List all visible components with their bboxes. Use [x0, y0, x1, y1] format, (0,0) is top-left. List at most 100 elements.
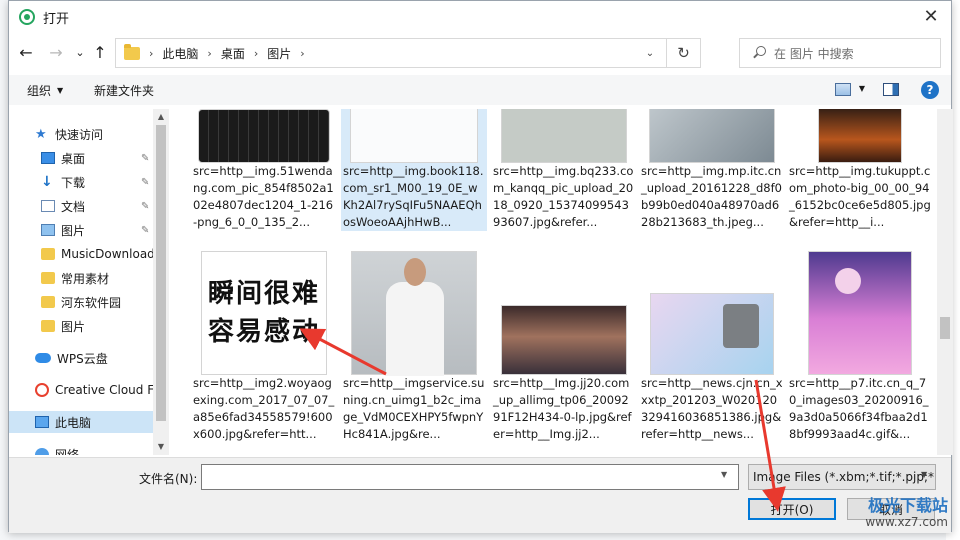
chevron-right-icon[interactable]: ›: [254, 47, 258, 60]
breadcrumb-pictures[interactable]: 图片: [267, 45, 291, 62]
address-dropdown-button[interactable]: ⌄: [638, 39, 662, 67]
file-item[interactable]: src=http__p7.itc.cn_q_70_images03_202009…: [787, 235, 933, 443]
pin-icon: ✎: [141, 176, 150, 188]
pictures-icon: [41, 224, 55, 236]
filename-dropdown-icon[interactable]: ▼: [721, 470, 727, 479]
thumbnail-frame: [787, 235, 933, 375]
site-watermark: 极光下载站 www.xz7.com: [865, 498, 948, 530]
folder-icon: [41, 320, 55, 332]
chevron-right-icon[interactable]: ›: [207, 47, 211, 60]
file-name: src=http__p7.itc.cn_q_70_images03_202009…: [789, 376, 929, 441]
search-input[interactable]: 在 图片 中搜索: [774, 45, 854, 62]
file-item[interactable]: src=http__img.mp.itc.cn_upload_20161228_…: [639, 109, 785, 231]
sidebar-scroll-thumb[interactable]: [156, 125, 166, 421]
calligraphy-text: 瞬间很难 容易感动: [207, 279, 320, 347]
change-view-icon[interactable]: [835, 83, 851, 96]
folder-icon: [41, 296, 55, 308]
sidebar-item-desktop[interactable]: 桌面 ✎: [9, 147, 153, 169]
refresh-button[interactable]: ↻: [666, 39, 700, 67]
file-item[interactable]: src=http__img.tukuppt.com_photo-big_00_0…: [787, 109, 933, 231]
pin-icon: ✎: [141, 200, 150, 212]
caret-down-icon: ▼: [57, 86, 64, 95]
navigation-bar: ← → ⌄ ↑ › 此电脑 › 桌面 › 图片 › ⌄ ↻ 在 图片 中搜索: [9, 35, 951, 69]
sidebar-item-creative-cloud[interactable]: Creative Cloud Fi: [9, 379, 153, 401]
file-item[interactable]: src=http__img.book118.com_sr1_M00_19_0E_…: [341, 109, 487, 231]
sidebar-item-label: Creative Cloud Fi: [55, 383, 153, 397]
file-item[interactable]: src=http__Img.jj20.com_up_allimg_tp06_20…: [491, 235, 637, 443]
sidebar-item-pictures-folder[interactable]: 图片: [9, 315, 153, 337]
close-button[interactable]: ✕: [911, 1, 951, 31]
command-toolbar: 组织 ▼ 新建文件夹 ▼ ?: [9, 75, 951, 105]
file-item[interactable]: src=http__img.51wendang.com_pic_854f8502…: [191, 109, 337, 231]
sidebar-item-wps-cloud[interactable]: WPS云盘: [9, 347, 153, 369]
sidebar-item-label: MusicDownload: [61, 247, 153, 261]
folder-icon: [41, 272, 55, 284]
dialog-title: 打开: [43, 11, 70, 27]
file-name: src=http__Img.jj20.com_up_allimg_tp06_20…: [493, 376, 632, 441]
forward-button[interactable]: →: [45, 41, 67, 63]
search-box[interactable]: 在 图片 中搜索: [739, 38, 941, 68]
scroll-up-arrow-icon[interactable]: ▲: [153, 109, 169, 123]
thumbnail-frame: [639, 235, 785, 375]
file-item[interactable]: src=http__imgservice.suning.cn_uimg1_b2c…: [341, 235, 487, 443]
document-thumbnail: [350, 109, 478, 163]
sidebar-item-downloads[interactable]: ↓ 下载 ✎: [9, 171, 153, 193]
back-button[interactable]: ←: [15, 41, 37, 63]
file-item[interactable]: src=http__img.bq233.com_kanqq_pic_upload…: [491, 109, 637, 231]
file-list: src=http__img.51wendang.com_pic_854f8502…: [171, 109, 937, 455]
sidebar-item-label: 图片: [61, 319, 86, 334]
thumbnail-frame: [491, 109, 637, 163]
image-thumbnail: [501, 109, 627, 163]
file-type-select[interactable]: Image Files (*.xbm;*.tif;*.pjp;*: [748, 464, 936, 490]
help-icon[interactable]: ?: [921, 81, 939, 99]
file-list-scrollbar[interactable]: [937, 109, 953, 455]
pin-icon: ✎: [141, 224, 150, 236]
sidebar-item-label: 文档: [61, 199, 86, 214]
sidebar-item-pictures[interactable]: 图片 ✎: [9, 219, 153, 241]
thumbnail-frame: [639, 109, 785, 163]
file-name: src=http__img.book118.com_sr1_M00_19_0E_…: [341, 163, 487, 231]
calligraphy-thumbnail: 瞬间很难 容易感动: [201, 251, 327, 375]
up-button[interactable]: ↑: [89, 41, 111, 63]
file-item[interactable]: 瞬间很难 容易感动 src=http__img2.woyaogexing.com…: [191, 235, 337, 443]
breadcrumb-this-pc[interactable]: 此电脑: [162, 45, 198, 62]
filename-input[interactable]: [201, 464, 739, 490]
sidebar-item-hedong[interactable]: 河东软件园: [9, 291, 153, 313]
file-item[interactable]: src=http__news.cjn.cn_xxxtp_201203_W0201…: [639, 235, 785, 443]
sidebar-item-this-pc[interactable]: 此电脑: [9, 411, 153, 433]
open-button[interactable]: 打开(O): [748, 498, 836, 520]
chevron-right-icon[interactable]: ›: [300, 47, 304, 60]
sidebar-item-label: 下载: [61, 175, 86, 190]
cat-id-card-thumbnail: [650, 293, 774, 375]
new-folder-button[interactable]: 新建文件夹: [94, 82, 154, 99]
preview-pane-icon[interactable]: [883, 83, 899, 96]
file-name: src=http__img.mp.itc.cn_upload_20161228_…: [641, 164, 782, 229]
sidebar-item-quick-access[interactable]: ★ 快速访问: [9, 123, 153, 145]
address-bar[interactable]: › 此电脑 › 桌面 › 图片 › ⌄ ↻: [115, 38, 701, 68]
pin-icon: ✎: [141, 152, 150, 164]
sidebar-item-musicdownload[interactable]: MusicDownload: [9, 243, 153, 265]
star-icon: ★: [35, 126, 47, 142]
file-list-scroll-thumb[interactable]: [940, 317, 950, 339]
organize-menu[interactable]: 组织 ▼: [27, 82, 63, 99]
network-icon: [35, 448, 49, 455]
sidebar-item-documents[interactable]: 文档 ✎: [9, 195, 153, 217]
recent-locations-button[interactable]: ⌄: [69, 41, 91, 63]
scroll-down-arrow-icon[interactable]: ▼: [153, 439, 169, 453]
sidebar-item-network[interactable]: 网络: [9, 443, 153, 455]
desktop-icon: [41, 152, 55, 164]
landscape-thumbnail: [501, 305, 627, 375]
breadcrumb-desktop[interactable]: 桌面: [221, 45, 245, 62]
chevron-right-icon[interactable]: ›: [149, 47, 153, 60]
view-options-caret-icon[interactable]: ▼: [859, 84, 865, 93]
sidebar-item-common-materials[interactable]: 常用素材: [9, 267, 153, 289]
file-name: src=http__img.bq233.com_kanqq_pic_upload…: [493, 164, 634, 229]
open-file-dialog: 打开 ✕ ← → ⌄ ↑ › 此电脑 › 桌面 › 图片 › ⌄ ↻ 在 图片 …: [8, 0, 953, 533]
sidebar-item-label: 此电脑: [55, 415, 92, 430]
file-type-caret-icon[interactable]: ▼: [921, 470, 927, 479]
purple-moon-thumbnail: [808, 251, 912, 375]
download-icon: ↓: [41, 174, 53, 190]
thumbnail-frame: [491, 235, 637, 375]
cloud-icon: [35, 353, 51, 363]
id-card-thumbnail: [649, 109, 775, 163]
